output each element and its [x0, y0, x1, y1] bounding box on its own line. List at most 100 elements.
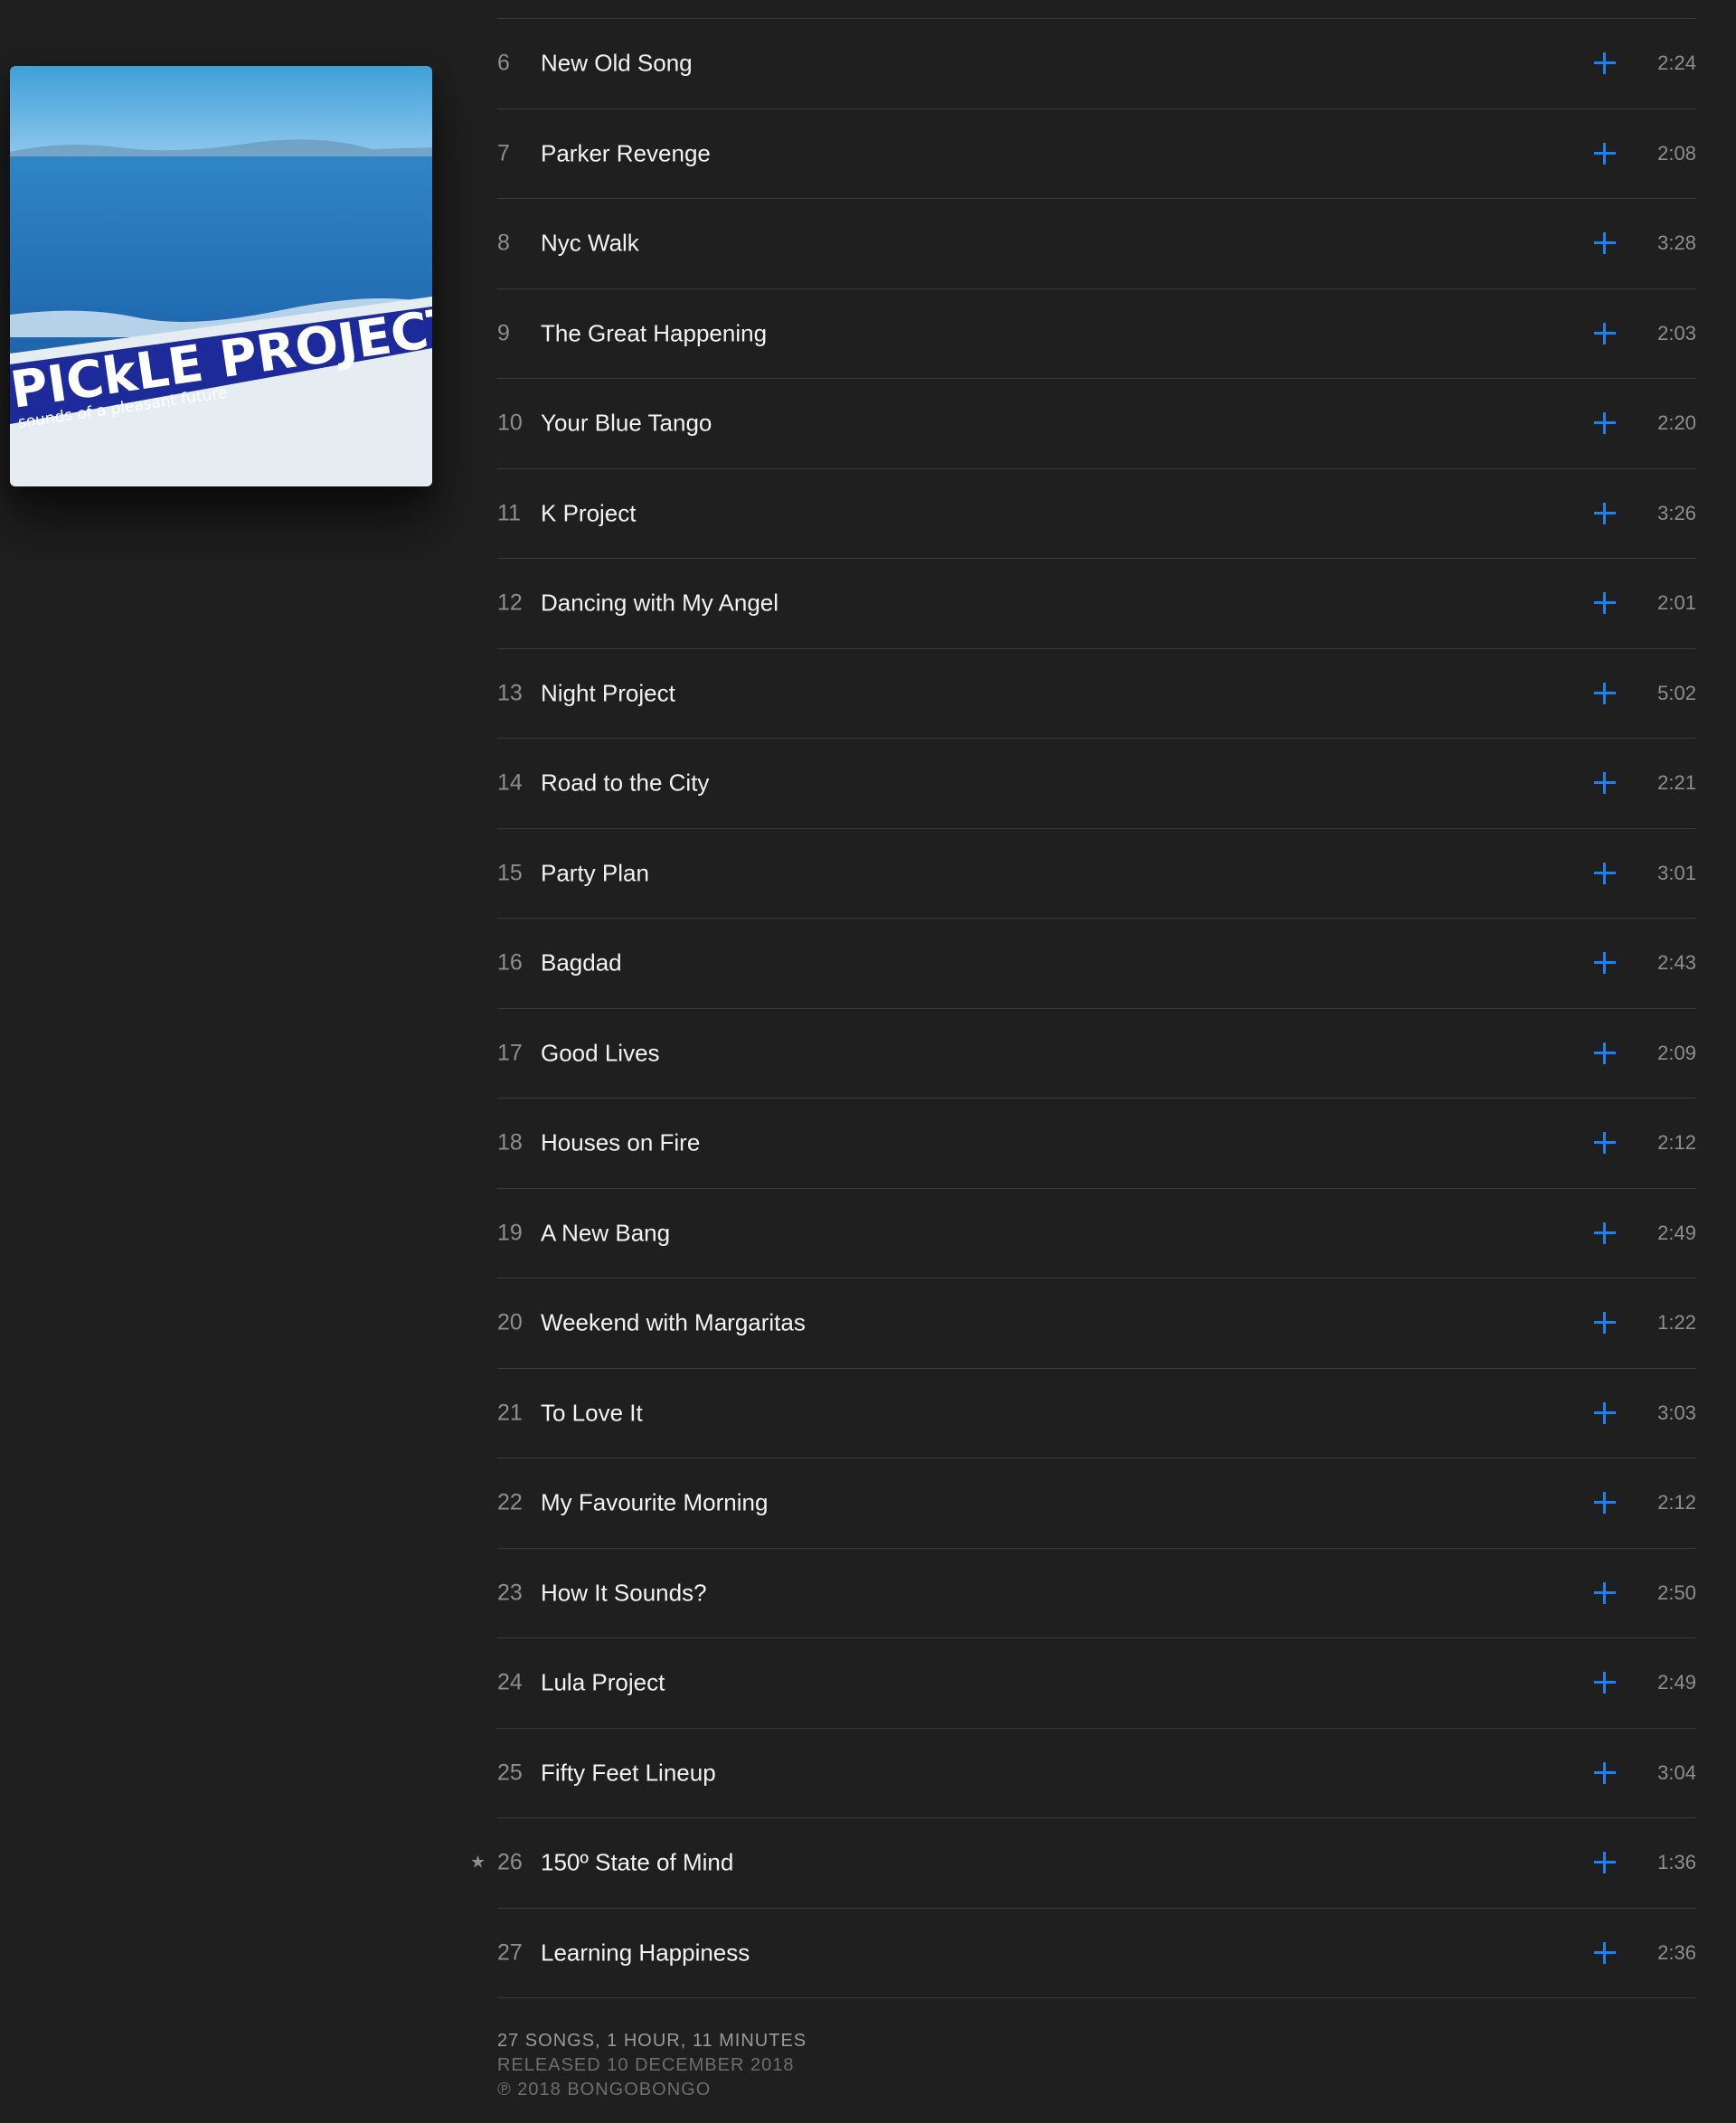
track-row[interactable]: 6 New Old Song 2:24 [497, 19, 1696, 109]
add-track-button[interactable] [1591, 230, 1618, 257]
track-title: Nyc Walk [541, 229, 639, 257]
add-track-button[interactable] [1591, 769, 1618, 797]
track-row[interactable]: 24 Lula Project 2:49 [497, 1638, 1696, 1729]
add-track-button[interactable] [1591, 1849, 1618, 1876]
track-duration: 1:36 [1657, 1851, 1696, 1874]
track-number: 21 [497, 1400, 523, 1426]
track-title: K Project [541, 499, 637, 527]
track-title: Your Blue Tango [541, 409, 712, 437]
track-row[interactable]: 12 Dancing with My Angel 2:01 [497, 559, 1696, 649]
track-row[interactable]: 8 Nyc Walk 3:28 [497, 199, 1696, 289]
track-number: 12 [497, 590, 523, 616]
track-number: 15 [497, 860, 523, 886]
track-row[interactable]: 21 To Love It 3:03 [497, 1369, 1696, 1458]
add-track-button[interactable] [1591, 1400, 1618, 1427]
track-title: Lula Project [541, 1668, 665, 1696]
add-track-button[interactable] [1591, 1939, 1618, 1967]
track-row[interactable]: 25 Fifty Feet Lineup 3:04 [497, 1729, 1696, 1818]
add-track-button[interactable] [1591, 1580, 1618, 1607]
track-row[interactable]: 17 Good Lives 2:09 [497, 1009, 1696, 1099]
track-duration: 2:12 [1657, 1491, 1696, 1514]
add-track-button[interactable] [1591, 140, 1618, 167]
track-row[interactable]: 27 Learning Happiness 2:36 [497, 1909, 1696, 1998]
track-row[interactable]: 14 Road to the City 2:21 [497, 739, 1696, 829]
add-track-button[interactable] [1591, 1220, 1618, 1247]
add-track-button[interactable] [1591, 680, 1618, 707]
track-row[interactable]: 20 Weekend with Margaritas 1:22 [497, 1279, 1696, 1369]
track-number: 7 [497, 140, 510, 166]
track-duration: 3:04 [1657, 1760, 1696, 1784]
album-artwork-image: PICkLE PROJECT sounds of a pleasant futu… [10, 66, 432, 486]
track-number: 16 [497, 949, 523, 976]
track-duration: 2:08 [1657, 141, 1696, 165]
track-duration: 2:12 [1657, 1131, 1696, 1155]
divider [497, 0, 1696, 19]
track-number: 11 [497, 500, 521, 526]
track-title: Learning Happiness [541, 1939, 750, 1967]
track-number: 14 [497, 769, 523, 796]
track-title: Road to the City [541, 769, 710, 797]
track-row[interactable]: 18 Houses on Fire 2:12 [497, 1099, 1696, 1189]
track-duration: 5:02 [1657, 681, 1696, 704]
track-title: Good Lives [541, 1039, 660, 1067]
track-number: 13 [497, 680, 523, 706]
track-title: Dancing with My Angel [541, 589, 779, 617]
track-title: To Love It [541, 1399, 643, 1427]
add-track-button[interactable] [1591, 1489, 1618, 1516]
track-row[interactable]: 23 How It Sounds? 2:50 [497, 1549, 1696, 1638]
track-number: 6 [497, 50, 510, 76]
track-title: 150º State of Mind [541, 1848, 734, 1876]
add-track-button[interactable] [1591, 50, 1618, 77]
add-track-button[interactable] [1591, 1040, 1618, 1067]
track-number: 26 [497, 1849, 523, 1875]
copyright: ℗ 2018 BONGOBONGO [497, 2080, 712, 2099]
track-title: Night Project [541, 679, 675, 707]
add-track-button[interactable] [1591, 320, 1618, 347]
album-artwork[interactable]: PICkLE PROJECT sounds of a pleasant futu… [10, 66, 432, 486]
add-track-button[interactable] [1591, 1129, 1618, 1156]
add-track-button[interactable] [1591, 1309, 1618, 1336]
track-number: 19 [497, 1220, 523, 1246]
track-duration: 2:36 [1657, 1940, 1696, 1964]
track-duration: 2:20 [1657, 411, 1696, 435]
track-row[interactable]: 13 Night Project 5:02 [497, 649, 1696, 739]
artwork-sky [10, 66, 432, 156]
track-duration: 3:26 [1657, 501, 1696, 524]
track-number: 22 [497, 1489, 523, 1515]
add-track-button[interactable] [1591, 1669, 1618, 1696]
album-footer: 27 SONGS, 1 HOUR, 11 MINUTES RELEASED 10… [497, 2029, 807, 2102]
track-number: 27 [497, 1939, 523, 1966]
track-row[interactable]: 7 Parker Revenge 2:08 [497, 109, 1696, 199]
track-title: How It Sounds? [541, 1579, 707, 1607]
track-title: My Favourite Morning [541, 1488, 769, 1516]
track-row[interactable]: 9 The Great Happening 2:03 [497, 289, 1696, 379]
track-row[interactable]: 19 A New Bang 2:49 [497, 1189, 1696, 1279]
add-track-button[interactable] [1591, 860, 1618, 887]
track-title: Houses on Fire [541, 1128, 701, 1156]
add-track-button[interactable] [1591, 1760, 1618, 1787]
add-track-button[interactable] [1591, 590, 1618, 617]
track-number: 8 [497, 230, 510, 256]
track-number: 17 [497, 1040, 523, 1066]
track-row[interactable]: 10 Your Blue Tango 2:20 [497, 379, 1696, 469]
add-track-button[interactable] [1591, 410, 1618, 437]
track-number: 24 [497, 1669, 523, 1695]
star-icon: ★ [470, 1853, 486, 1873]
track-title: New Old Song [541, 49, 693, 77]
track-row[interactable]: ★ 26 150º State of Mind 1:36 [470, 1818, 1696, 1909]
add-track-button[interactable] [1591, 949, 1618, 977]
track-number: 23 [497, 1580, 523, 1606]
track-row[interactable]: 22 My Favourite Morning 2:12 [497, 1458, 1696, 1549]
track-title: Parker Revenge [541, 139, 711, 167]
track-title: Weekend with Margaritas [541, 1308, 806, 1336]
track-number: 10 [497, 410, 523, 436]
track-duration: 3:01 [1657, 861, 1696, 884]
track-list: 6 New Old Song 2:24 7 Parker Revenge 2:08 8 Nyc… [470, 0, 1696, 1998]
track-number: 25 [497, 1760, 523, 1786]
track-row[interactable]: 16 Bagdad 2:43 [497, 919, 1696, 1009]
track-row[interactable]: 15 Party Plan 3:01 [497, 829, 1696, 919]
add-track-button[interactable] [1591, 500, 1618, 527]
track-duration: 2:50 [1657, 1580, 1696, 1604]
track-row[interactable]: 11 K Project 3:26 [497, 469, 1696, 559]
album-summary: 27 SONGS, 1 HOUR, 11 MINUTES [497, 2031, 807, 2051]
